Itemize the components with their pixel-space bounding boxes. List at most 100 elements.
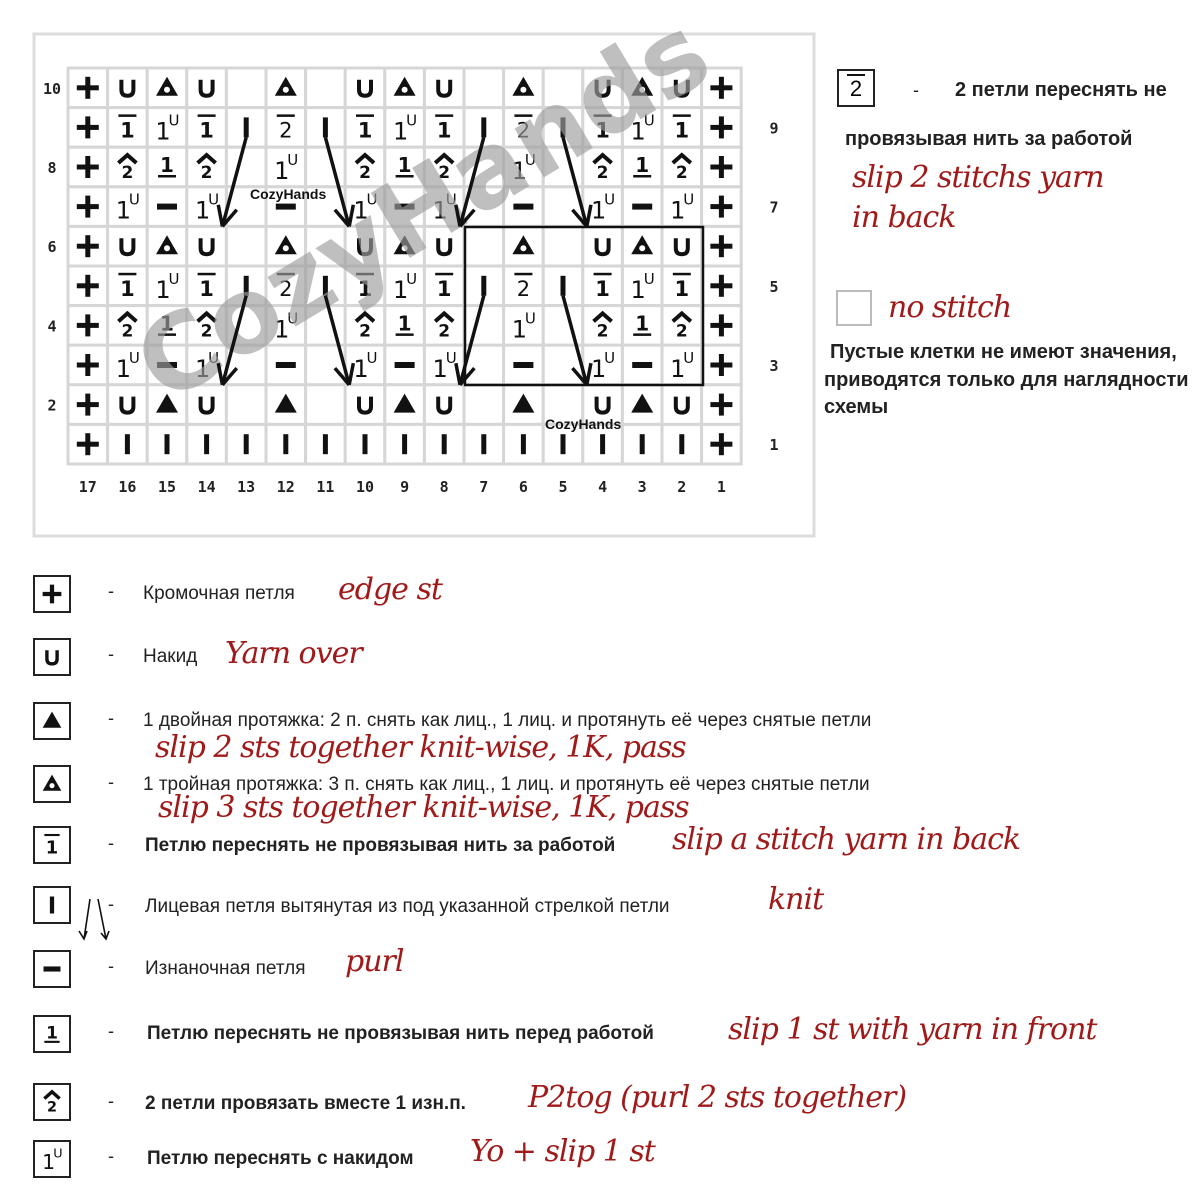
chart-cell-purl	[502, 343, 545, 387]
chart-cell-slip-back: 1	[106, 264, 149, 308]
chart-cell-knit	[660, 422, 704, 466]
dash: -	[108, 1146, 114, 1166]
glyph: 2	[597, 321, 609, 341]
column-label: 3	[638, 478, 647, 496]
dash: -	[108, 1021, 114, 1041]
glyph: U	[644, 270, 655, 288]
chart-cell-empty	[304, 383, 347, 426]
row-label: 8	[47, 159, 56, 177]
glyph: 2	[676, 321, 688, 341]
yarn-over-icon	[33, 638, 71, 676]
dash: -	[108, 833, 114, 853]
glyph: 1	[199, 118, 214, 142]
chart-cell-yo-slip: 1U	[660, 185, 704, 228]
chart-cell-double-decrease	[264, 383, 308, 426]
legend-en-text: P2tog (purl 2 sts together)	[528, 1080, 907, 1115]
chart-cell-empty	[224, 145, 268, 189]
slip2-en-line2: in back	[852, 200, 957, 235]
empty-cell-icon	[836, 290, 872, 326]
chart-cell-edge-stitch	[700, 224, 743, 268]
glyph: 2	[201, 163, 213, 183]
chart-cell-edge-stitch	[66, 185, 110, 228]
slip-back-icon: 1	[33, 826, 71, 864]
slip-front-icon: 1	[33, 1015, 71, 1053]
glyph: 1	[160, 153, 174, 177]
chart-cell-knit	[620, 422, 664, 466]
chart-cell-edge-stitch	[700, 106, 743, 149]
legend-ru-text: Петлю переснять с накидом	[147, 1148, 414, 1169]
column-label: 1	[717, 478, 726, 496]
glyph: 1	[120, 118, 135, 142]
glyph: U	[406, 111, 417, 129]
chart-cell-knit	[383, 422, 426, 466]
chart-cell-edge-stitch	[700, 264, 743, 308]
glyph: U	[525, 309, 536, 327]
no-stitch-ru-line2: приводятся только для наглядности	[824, 369, 1189, 391]
legend-en-text: slip 1 st with yarn in front	[728, 1012, 1097, 1047]
chart-cell-edge-stitch	[66, 224, 110, 268]
row-label: 9	[769, 119, 778, 137]
chart-cell-knit	[224, 422, 268, 466]
dash: -	[108, 956, 114, 976]
no-stitch-en: no stitch	[888, 290, 1012, 325]
column-label: 9	[400, 478, 409, 496]
chart-cell-yarn-over	[660, 383, 704, 426]
chart-cell-purl	[145, 185, 189, 228]
column-label: 12	[277, 478, 295, 496]
dash: -	[108, 708, 114, 728]
chart-cell-slip-back: 1	[343, 106, 387, 149]
chart-cell-edge-stitch	[66, 66, 110, 110]
legend-en-text: edge st	[338, 572, 443, 607]
edge-stitch-icon	[33, 575, 71, 613]
dash: -	[913, 80, 919, 100]
slip2-ru-line2: провязывая нить за работой	[845, 128, 1133, 150]
chart-cell-yo-slip: 1U	[264, 145, 308, 189]
column-label: 14	[198, 478, 216, 496]
chart-cell-knit	[422, 422, 466, 466]
chart-cell-slip-back: 1	[185, 106, 228, 149]
chart-cell-edge-stitch	[66, 383, 110, 426]
chart-cell-slip-back: 1	[660, 264, 704, 308]
cozyhands-label: CozyHands	[545, 416, 621, 432]
glyph: U	[169, 111, 180, 129]
glyph: 2	[121, 163, 133, 183]
row-label: 1	[769, 436, 778, 454]
chart-cell-yo-slip: 1U	[502, 304, 545, 347]
glyph: U	[683, 349, 694, 367]
chart-cell-edge-stitch	[66, 422, 110, 466]
chart-cell-yarn-over	[422, 383, 466, 426]
chart-cell-triple-decrease	[502, 224, 545, 268]
chart-cell-double-decrease	[502, 383, 545, 426]
chart-cell-edge-stitch	[66, 106, 110, 149]
chart-cell-knit	[502, 422, 545, 466]
legend-ru-text: Изнаночная петля	[145, 958, 306, 979]
dash: -	[108, 1091, 114, 1111]
glyph: 2	[676, 163, 688, 183]
glyph: 1	[398, 311, 412, 335]
legend-ru-text: Лицевая петля вытянутая из под указанной…	[145, 896, 670, 917]
legend-en-text: Yarn over	[225, 636, 363, 671]
chart-cell-triple-decrease	[383, 66, 426, 110]
glyph: U	[53, 1146, 62, 1161]
chart-cell-triple-decrease	[620, 224, 664, 268]
yo-slip-icon: 1U	[33, 1140, 71, 1178]
chart-cell-slip-two-back: 2	[502, 264, 545, 308]
chart-cell-empty	[462, 383, 506, 426]
chart-cell-edge-stitch	[66, 264, 110, 308]
chart-cell-yarn-over	[343, 66, 387, 110]
chart-cell-knit	[264, 422, 308, 466]
chart-cell-edge-stitch	[700, 343, 743, 387]
slip-two-back-icon: 2	[837, 69, 875, 107]
legend-en-text: purl	[345, 944, 404, 979]
chart-cell-p2tog: 2	[106, 145, 149, 189]
glyph: 1	[635, 153, 649, 177]
chart-cell-slip-front: 1	[145, 145, 189, 189]
glyph: 2	[279, 118, 292, 142]
chart-cell-empty	[304, 66, 347, 110]
chart-cell-empty	[541, 304, 585, 347]
glyph: 2	[359, 321, 371, 341]
glyph: U	[129, 191, 140, 209]
chart-cell-knit	[145, 422, 189, 466]
chart-cell-p2tog: 2	[185, 145, 228, 189]
dash: -	[108, 581, 114, 601]
